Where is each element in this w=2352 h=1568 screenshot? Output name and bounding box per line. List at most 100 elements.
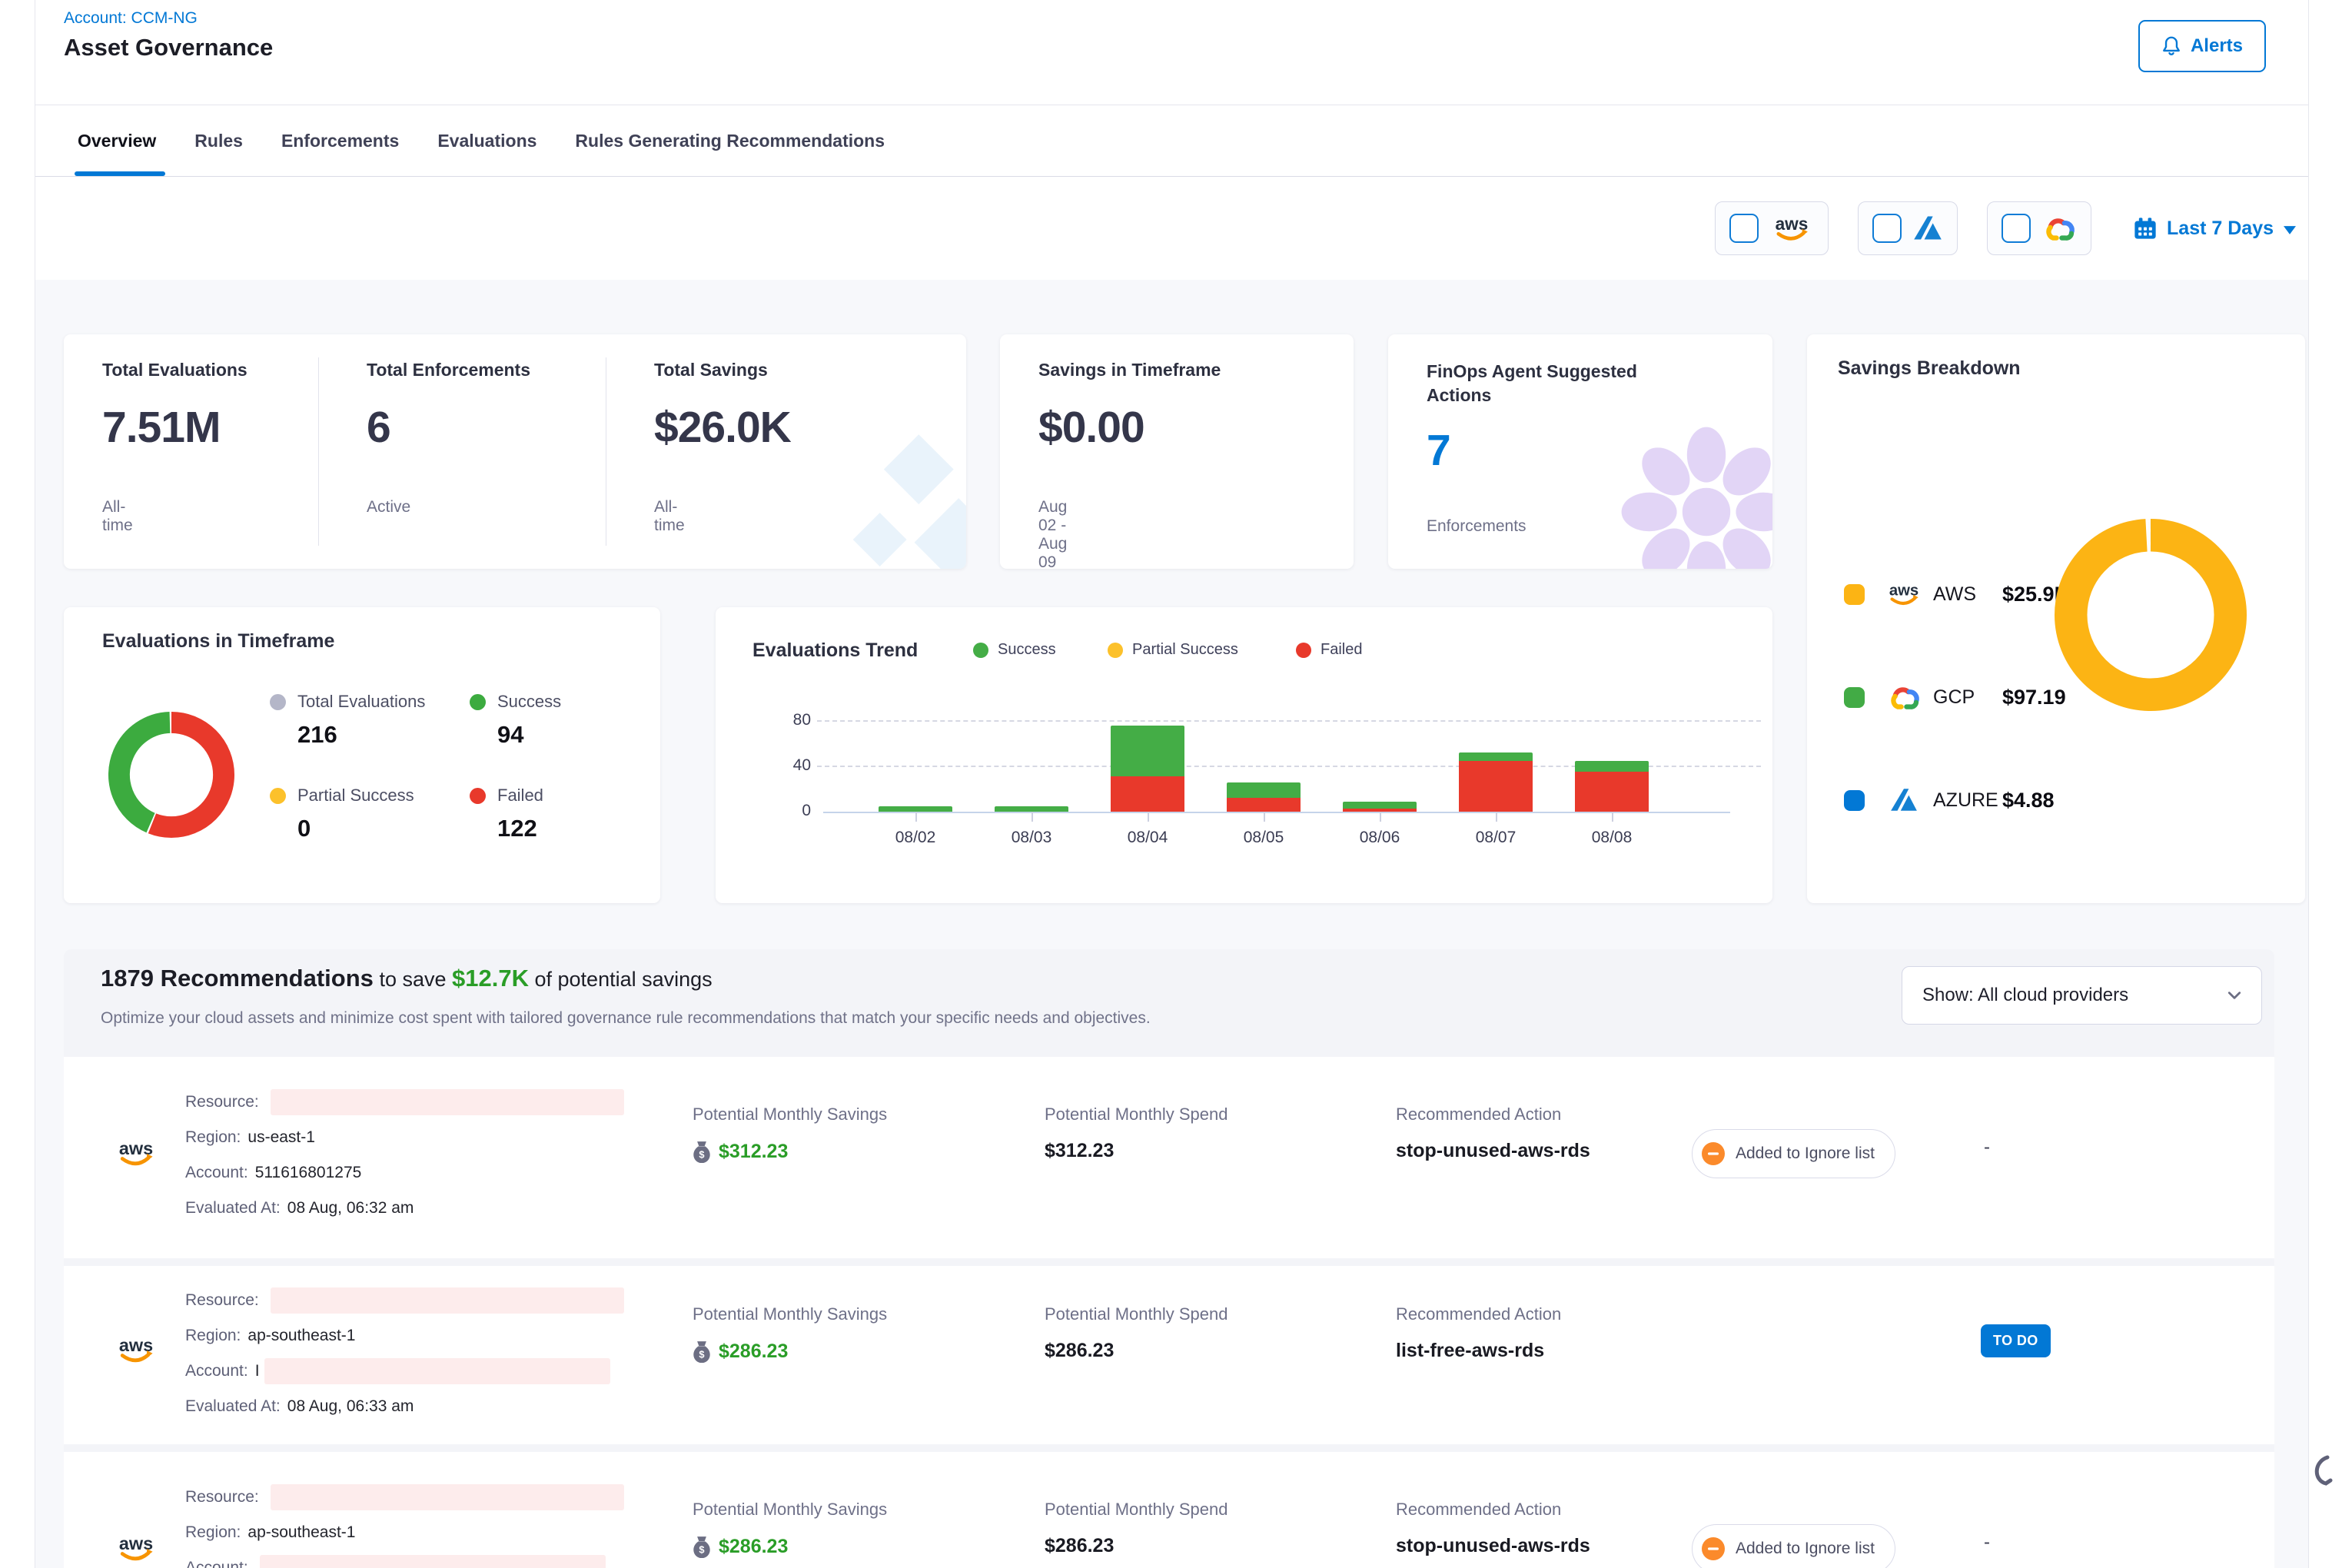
aws-logo-icon bbox=[113, 1532, 159, 1564]
bar-segment-success bbox=[1111, 726, 1184, 776]
legend-label: Success bbox=[998, 641, 1056, 659]
legend-item-total-evaluations: Total Evaluations 216 bbox=[270, 692, 425, 749]
y-axis-tick: 80 bbox=[779, 711, 811, 729]
aws-logo-icon bbox=[113, 1334, 159, 1366]
gcp-checkbox[interactable] bbox=[2002, 214, 2031, 243]
stat-sublabel: Aug 02 - Aug 09 bbox=[1038, 498, 1067, 569]
legend-item-azure: AZURE $4.88 bbox=[1844, 785, 2055, 816]
caret-down-icon bbox=[2284, 226, 2296, 234]
tab-rules-generating-recommendations[interactable]: Rules Generating Recommendations bbox=[575, 105, 885, 176]
legend-label: Success bbox=[497, 692, 561, 712]
page-title: Asset Governance bbox=[64, 34, 273, 61]
gray-dot-icon bbox=[270, 694, 286, 710]
date-range-picker[interactable]: Last 7 Days bbox=[2134, 217, 2296, 240]
stat-value: $0.00 bbox=[1038, 402, 1144, 453]
account-breadcrumb[interactable]: Account: CCM-NG bbox=[64, 9, 198, 28]
x-axis-label: 08/04 bbox=[1090, 829, 1205, 847]
help-widget-icon[interactable] bbox=[2307, 1451, 2334, 1497]
trend-bar-08/05[interactable] bbox=[1227, 782, 1301, 812]
card-title: Evaluations Trend bbox=[752, 639, 918, 662]
potential-savings-amount: $12.7K bbox=[452, 965, 529, 992]
trend-bar-08/08[interactable] bbox=[1575, 761, 1649, 812]
stat-sublabel: Enforcements bbox=[1427, 517, 1526, 536]
divider bbox=[318, 357, 319, 546]
savings-breakdown-donut-chart[interactable] bbox=[2055, 519, 2247, 711]
legend-item-success: Success 94 bbox=[470, 692, 561, 749]
gcp-logo-icon bbox=[1886, 685, 1922, 709]
legend-item-gcp: GCP $97.19 bbox=[1844, 682, 2066, 713]
alerts-button-label: Alerts bbox=[2191, 35, 2243, 57]
stat-label: FinOps Agent Suggested Actions bbox=[1427, 360, 1680, 407]
recommendations-section: 1879 Recommendations to save $12.7K of p… bbox=[64, 949, 2274, 1568]
tab-bar: Overview Rules Enforcements Evaluations … bbox=[35, 105, 2308, 177]
stat-sublabel: Active bbox=[367, 498, 410, 517]
provider-filter-azure[interactable] bbox=[1858, 201, 1958, 255]
tab-enforcements[interactable]: Enforcements bbox=[281, 105, 399, 176]
recommendations-subtitle: Optimize your cloud assets and minimize … bbox=[101, 1009, 1151, 1028]
tab-overview[interactable]: Overview bbox=[78, 105, 156, 176]
filter-bar: Last 7 Days bbox=[35, 177, 2308, 281]
stat-label: Total Enforcements bbox=[367, 360, 530, 380]
trend-bar-08/03[interactable] bbox=[995, 806, 1068, 812]
aws-swatch bbox=[1844, 584, 1865, 605]
x-axis-tick bbox=[915, 812, 917, 822]
minus-circle-icon bbox=[1702, 1537, 1725, 1560]
added-to-ignore-list-badge[interactable]: Added to Ignore list bbox=[1692, 1129, 1895, 1178]
date-range-label: Last 7 Days bbox=[2167, 218, 2274, 240]
recommendation-row[interactable]: Resource: Region:ap-southeast-1 Account:… bbox=[64, 1266, 2274, 1444]
azure-logo-icon bbox=[1889, 787, 1918, 813]
trend-bar-08/02[interactable] bbox=[879, 806, 952, 812]
bar-segment-failed bbox=[1459, 761, 1533, 812]
provider-filter-aws[interactable] bbox=[1715, 201, 1829, 255]
azure-checkbox[interactable] bbox=[1872, 214, 1902, 243]
recommended-action: Recommended Action stop-unused-aws-rds bbox=[1396, 1500, 1590, 1557]
potential-monthly-savings: Potential Monthly Savings $286.23 bbox=[693, 1304, 887, 1363]
added-to-ignore-list-badge[interactable]: Added to Ignore list bbox=[1692, 1524, 1895, 1568]
todo-status-badge[interactable]: TO DO bbox=[1981, 1324, 2051, 1357]
legend-item-aws: AWS $25.9K bbox=[1844, 579, 2069, 610]
stat-label: Total Evaluations bbox=[102, 360, 247, 380]
evaluations-donut-chart[interactable] bbox=[108, 712, 234, 838]
aws-logo-icon bbox=[113, 1137, 159, 1169]
tab-rules[interactable]: Rules bbox=[194, 105, 243, 176]
dropdown-value: Show: All cloud providers bbox=[1922, 985, 2128, 1006]
x-axis-label: 08/08 bbox=[1554, 829, 1669, 847]
azure-swatch bbox=[1844, 790, 1865, 811]
trend-bar-08/07[interactable] bbox=[1459, 752, 1533, 812]
resource-details: Resource: Region:ap-southeast-1 Account:… bbox=[185, 1283, 624, 1424]
account-value: I bbox=[255, 1362, 260, 1380]
bar-segment-failed bbox=[1111, 776, 1184, 812]
trend-bar-08/04[interactable] bbox=[1111, 726, 1184, 812]
recommendations-title: 1879 Recommendations to save $12.7K of p… bbox=[101, 965, 713, 992]
cloud-provider-dropdown[interactable]: Show: All cloud providers bbox=[1902, 966, 2262, 1025]
red-dot-icon bbox=[470, 788, 486, 804]
recommended-action: Recommended Action list-free-aws-rds bbox=[1396, 1304, 1561, 1362]
diamonds-watermark-icon bbox=[797, 430, 966, 569]
provider-filter-gcp[interactable] bbox=[1987, 201, 2091, 255]
recommendation-row[interactable]: Resource: Region:us-east-1 Account:51161… bbox=[64, 1057, 2274, 1258]
aws-checkbox[interactable] bbox=[1729, 214, 1759, 243]
region-value: ap-southeast-1 bbox=[247, 1523, 355, 1542]
alerts-button[interactable]: Alerts bbox=[2138, 20, 2266, 72]
yellow-dot-icon bbox=[270, 788, 286, 804]
dashboard-content: Total Evaluations 7.51M All-time Total E… bbox=[35, 280, 2308, 1568]
legend-label: AZURE bbox=[1933, 789, 2002, 812]
region-value: ap-southeast-1 bbox=[247, 1327, 355, 1345]
trend-plot: 08/0208/0308/0408/0508/0608/0708/08 bbox=[823, 721, 1730, 813]
money-bag-icon bbox=[693, 1140, 711, 1163]
page-header: Account: CCM-NG Asset Governance Alerts bbox=[35, 0, 2308, 105]
legend-item-failed: Failed 122 bbox=[470, 786, 543, 842]
aws-logo-icon bbox=[1769, 213, 1814, 244]
legend-label: Partial Success bbox=[297, 786, 414, 806]
tab-evaluations[interactable]: Evaluations bbox=[437, 105, 537, 176]
totals-card: Total Evaluations 7.51M All-time Total E… bbox=[64, 334, 966, 569]
legend-label: Partial Success bbox=[1132, 641, 1238, 659]
recommendation-row[interactable]: Resource: Region:ap-southeast-1 Account:… bbox=[64, 1452, 2274, 1568]
y-axis-tick: 0 bbox=[779, 802, 811, 820]
recommendations-count: 1879 Recommendations bbox=[101, 965, 374, 992]
trend-bar-08/06[interactable] bbox=[1343, 802, 1417, 812]
green-dot-icon bbox=[973, 643, 988, 658]
legend-label: AWS bbox=[1933, 583, 2002, 606]
azure-logo-icon bbox=[1912, 214, 1943, 242]
redacted-resource bbox=[271, 1089, 624, 1115]
